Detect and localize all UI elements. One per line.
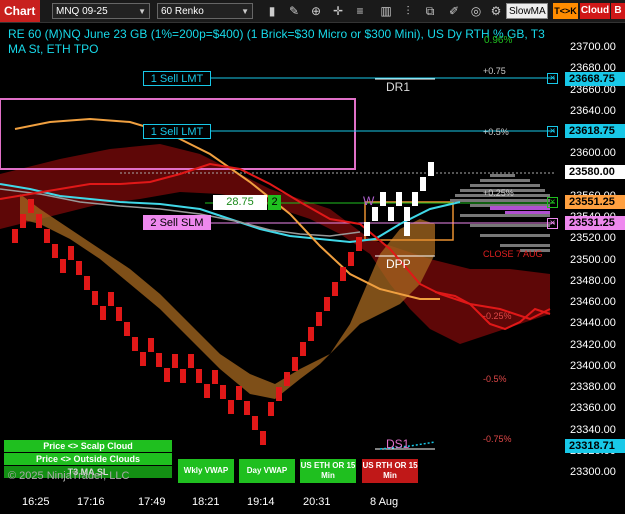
tk-button[interactable]: T<>K — [553, 3, 578, 19]
copyright-text: © 2025 NinjaTrader, LLC — [8, 470, 130, 482]
pct-level-plus-025: +0.25% — [483, 188, 514, 198]
chart-title-text: RE 60 (M)NQ June 23 GB (1%=200p=$400) (1… — [8, 27, 545, 56]
properties-icon[interactable]: ≡ — [352, 3, 368, 19]
time-tick: 8 Aug — [370, 496, 399, 508]
position-qty[interactable]: 2 — [268, 195, 281, 210]
screenshot-icon[interactable]: ◎ — [468, 3, 484, 19]
price-tick: 23420.00 — [570, 338, 616, 351]
price-tick: 23360.00 — [570, 402, 616, 415]
dpp-label: DPP — [386, 257, 411, 271]
price-tick: 23480.00 — [570, 274, 616, 287]
sell-lmt-order-1[interactable]: 1 Sell LMT — [143, 71, 211, 86]
instrument-selector[interactable]: MNQ 09-25 ▼ — [52, 3, 150, 19]
us-eth-or-button[interactable]: US ETH OR 15 Min — [300, 459, 356, 483]
slow-ma-label: SlowMA — [509, 6, 546, 17]
bar-style-icon[interactable]: ▮ — [264, 3, 280, 19]
close-position-icon[interactable]: × — [547, 197, 558, 208]
zoom-icon[interactable]: ⊕ — [308, 3, 324, 19]
time-tick: 16:25 — [22, 496, 50, 508]
bar-type-selector[interactable]: 60 Renko ▼ — [157, 3, 253, 19]
pct-level-minus-025: -0.25% — [483, 311, 512, 321]
price-tick: 23440.00 — [570, 317, 616, 330]
day-vwap-button[interactable]: Day VWAP — [239, 459, 295, 483]
time-tick: 17:16 — [77, 496, 105, 508]
pct-level-plus-075: +0.75 — [483, 66, 506, 76]
chart-plot-area[interactable] — [0, 24, 562, 490]
beta-button[interactable]: B — [611, 3, 625, 19]
chevron-down-icon: ▼ — [138, 7, 146, 16]
time-tick: 20:31 — [303, 496, 331, 508]
sell-slm-order[interactable]: 2 Sell SLM — [143, 215, 211, 230]
price-badge-sell-lmt-2: 23618.75 — [565, 124, 625, 138]
slow-ma-selector[interactable]: SlowMA — [506, 3, 548, 19]
chart-toolbar: Chart MNQ 09-25 ▼ 60 Renko ▼ ▮ ✎ ⊕ ✛ ≡ ▥… — [0, 0, 625, 23]
pct-level-plus-050: +0.5% — [483, 127, 509, 137]
cloud-button[interactable]: Cloud — [580, 3, 610, 19]
price-tick: 23700.00 — [570, 41, 616, 53]
price-tick: 23600.00 — [570, 147, 616, 160]
cancel-order-icon[interactable]: × — [547, 218, 558, 229]
chevron-down-icon: ▼ — [241, 7, 249, 16]
scalp-cloud-legend: Price <> Scalp Cloud — [4, 440, 172, 452]
orange-cloud — [20, 194, 435, 399]
indicators-icon[interactable]: ⫶ — [400, 3, 416, 19]
crosshair-icon[interactable]: ✛ — [330, 3, 346, 19]
price-tick: 23500.00 — [570, 253, 616, 266]
weekly-label: W — [363, 194, 375, 208]
price-tick: 23380.00 — [570, 381, 616, 393]
volume-profile-poc — [490, 206, 550, 214]
price-tick: 23460.00 — [570, 296, 616, 308]
pencil-icon[interactable]: ✐ — [446, 3, 462, 19]
title-overlay-pct: 0.96% — [484, 35, 513, 46]
us-rth-or-button[interactable]: US RTH OR 15 Min — [362, 459, 418, 483]
cancel-order-icon[interactable]: × — [547, 73, 558, 84]
price-badge-ds1: 23318.71 — [565, 439, 625, 453]
pct-level-minus-075: -0.75% — [483, 434, 512, 444]
price-tick: 23300.00 — [570, 466, 616, 478]
position-value[interactable]: 28.75 — [213, 195, 267, 210]
price-badge-sell-slm: 23531.25 — [565, 216, 625, 230]
sell-lmt-order-2[interactable]: 1 Sell LMT — [143, 124, 211, 139]
price-tick: 23640.00 — [570, 104, 616, 117]
close-7-aug-label: CLOSE 7 AUG — [483, 249, 543, 259]
price-tick: 23520.00 — [570, 232, 616, 245]
price-badge-position: 23551.25 — [565, 195, 625, 209]
price-badge-sell-lmt-1: 23668.75 — [565, 72, 625, 86]
instrument-label: MNQ 09-25 — [56, 6, 108, 17]
pct-level-minus-050: -0.5% — [483, 374, 507, 384]
dr1-label: DR1 — [386, 80, 411, 94]
outside-clouds-legend: Price <> Outside Clouds — [4, 453, 172, 465]
time-tick: 19:14 — [247, 496, 275, 508]
price-tick: 23340.00 — [570, 423, 616, 436]
chart-title: RE 60 (M)NQ June 23 GB (1%=200p=$400) (1… — [8, 27, 556, 57]
settings-icon[interactable]: ⚙ — [488, 3, 504, 19]
chart-trader-icon[interactable]: ▥ — [378, 3, 394, 19]
price-badge-current: 23580.00 — [565, 165, 625, 179]
ds1-label: DS1 — [386, 437, 410, 451]
cancel-order-icon[interactable]: × — [547, 126, 558, 137]
strategies-icon[interactable]: ⧉ — [422, 3, 438, 19]
bar-type-label: 60 Renko — [161, 6, 204, 17]
chart-tab[interactable]: Chart — [0, 0, 40, 22]
weekly-vwap-button[interactable]: Wkly VWAP — [178, 459, 234, 483]
time-tick: 18:21 — [192, 496, 220, 508]
drawing-tools-icon[interactable]: ✎ — [286, 3, 302, 19]
time-tick: 17:49 — [138, 496, 166, 508]
price-tick: 23400.00 — [570, 359, 616, 372]
